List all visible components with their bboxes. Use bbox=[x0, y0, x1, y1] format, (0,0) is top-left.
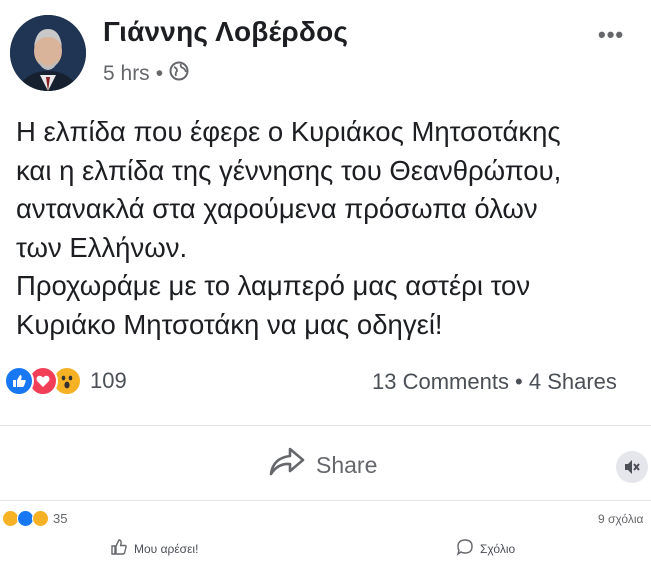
share-icon bbox=[268, 446, 306, 484]
like-button[interactable]: Μου αρέσει! bbox=[110, 538, 198, 559]
comment-count-lower[interactable]: 9 σχόλια bbox=[598, 512, 643, 526]
lower-reaction-count: 35 bbox=[53, 511, 68, 526]
lower-reactions-summary[interactable]: 35 bbox=[2, 510, 67, 527]
comments-shares-count[interactable]: 13 Comments • 4 Shares bbox=[372, 369, 617, 395]
comment-label: Σχόλιο bbox=[480, 541, 516, 556]
post-text-line: Κυριάκο Μητσοτάκη να μας οδηγεί! bbox=[16, 308, 443, 340]
post-text-line: και η ελπίδα της γέννησης του Θεανθρώπου… bbox=[16, 154, 562, 186]
divider bbox=[0, 500, 651, 501]
like-label: Μου αρέσει! bbox=[134, 541, 199, 556]
author-avatar[interactable] bbox=[10, 15, 86, 91]
comment-button[interactable]: Σχόλιο bbox=[456, 538, 515, 559]
share-label: Share bbox=[316, 451, 378, 478]
meta-separator: • bbox=[155, 62, 164, 85]
globe-icon bbox=[169, 61, 189, 87]
more-options-icon[interactable]: ••• bbox=[598, 22, 624, 48]
reactions-summary[interactable]: 109 bbox=[4, 366, 127, 396]
reaction-count[interactable]: 109 bbox=[90, 368, 127, 394]
comment-bubble-icon bbox=[456, 538, 474, 559]
post-text: Η ελπίδα που έφερε ο Κυριάκος Μητσοτάκης… bbox=[16, 113, 646, 344]
post-time[interactable]: 5 hrs bbox=[103, 62, 150, 86]
sad-icon bbox=[32, 510, 49, 527]
post-text-line: Η ελπίδα που έφερε ο Κυριάκος Μητσοτάκης bbox=[16, 116, 561, 147]
post-text-line: Προχωράμε με το λαμπερό μας αστέρι τον bbox=[16, 270, 531, 301]
avatar-portrait bbox=[10, 15, 86, 91]
post-text-line: των Ελλήνων. bbox=[16, 231, 188, 263]
author-name[interactable]: Γιάννης Λοβέρδος bbox=[103, 16, 348, 48]
divider bbox=[0, 425, 651, 426]
post-meta: 5 hrs • bbox=[103, 61, 189, 87]
post-text-line: αντανακλά στα χαρούμενα πρόσωπα όλων bbox=[16, 193, 538, 224]
thumbs-up-icon bbox=[110, 538, 128, 559]
volume-muted-icon[interactable] bbox=[616, 451, 648, 483]
like-icon bbox=[4, 366, 34, 396]
share-button[interactable]: Share bbox=[268, 446, 377, 484]
